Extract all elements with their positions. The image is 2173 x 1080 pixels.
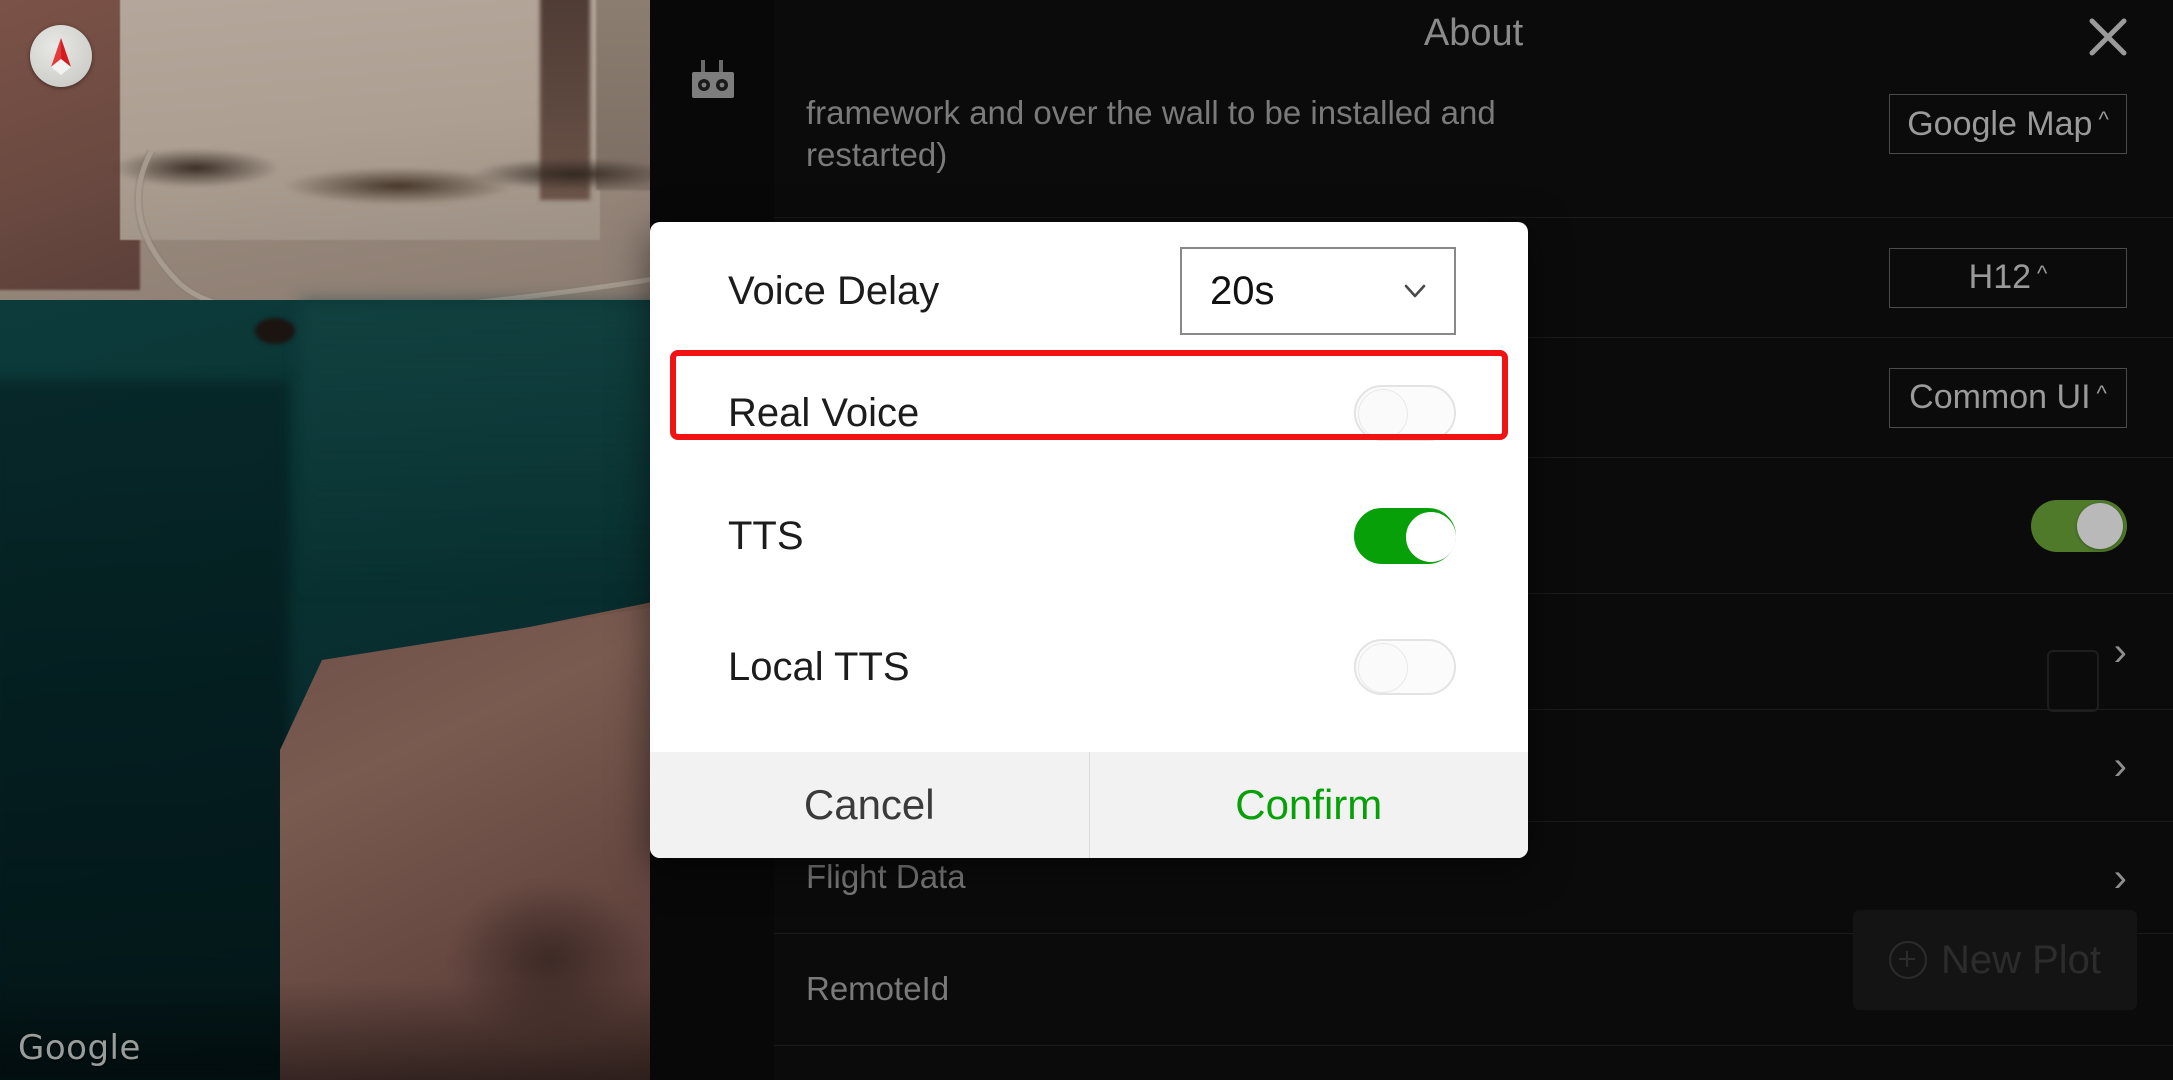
dialog-row-real-voice[interactable]: Real Voice bbox=[650, 352, 1528, 474]
voice-delay-value: 20s bbox=[1210, 268, 1275, 313]
confirm-button[interactable]: Confirm bbox=[1088, 752, 1529, 858]
modal-scrim[interactable]: Voice Delay 20s Real Voice TTS Local TTS… bbox=[0, 0, 2173, 1080]
voice-settings-dialog: Voice Delay 20s Real Voice TTS Local TTS… bbox=[650, 222, 1528, 858]
real-voice-toggle[interactable] bbox=[1354, 385, 1456, 441]
real-voice-toggle-knob bbox=[1358, 389, 1408, 439]
dialog-footer: Cancel Confirm bbox=[650, 752, 1528, 858]
local-tts-toggle[interactable] bbox=[1354, 639, 1456, 695]
dialog-row-voice-delay[interactable]: Voice Delay 20s bbox=[650, 230, 1528, 352]
voice-delay-label: Voice Delay bbox=[728, 268, 940, 313]
tts-toggle-knob bbox=[1406, 512, 1456, 562]
tts-toggle[interactable] bbox=[1354, 508, 1456, 564]
tts-label: TTS bbox=[728, 513, 804, 558]
real-voice-label: Real Voice bbox=[728, 390, 920, 435]
dialog-row-tts[interactable]: TTS bbox=[650, 475, 1528, 597]
dialog-row-local-tts[interactable]: Local TTS bbox=[650, 606, 1528, 728]
local-tts-toggle-knob bbox=[1358, 643, 1408, 693]
local-tts-label: Local TTS bbox=[728, 644, 910, 689]
chevron-down-icon bbox=[1402, 278, 1428, 304]
voice-delay-select[interactable]: 20s bbox=[1180, 247, 1456, 335]
voice-settings-rows: Voice Delay 20s Real Voice TTS Local TTS bbox=[650, 222, 1528, 752]
cancel-button[interactable]: Cancel bbox=[650, 752, 1089, 858]
